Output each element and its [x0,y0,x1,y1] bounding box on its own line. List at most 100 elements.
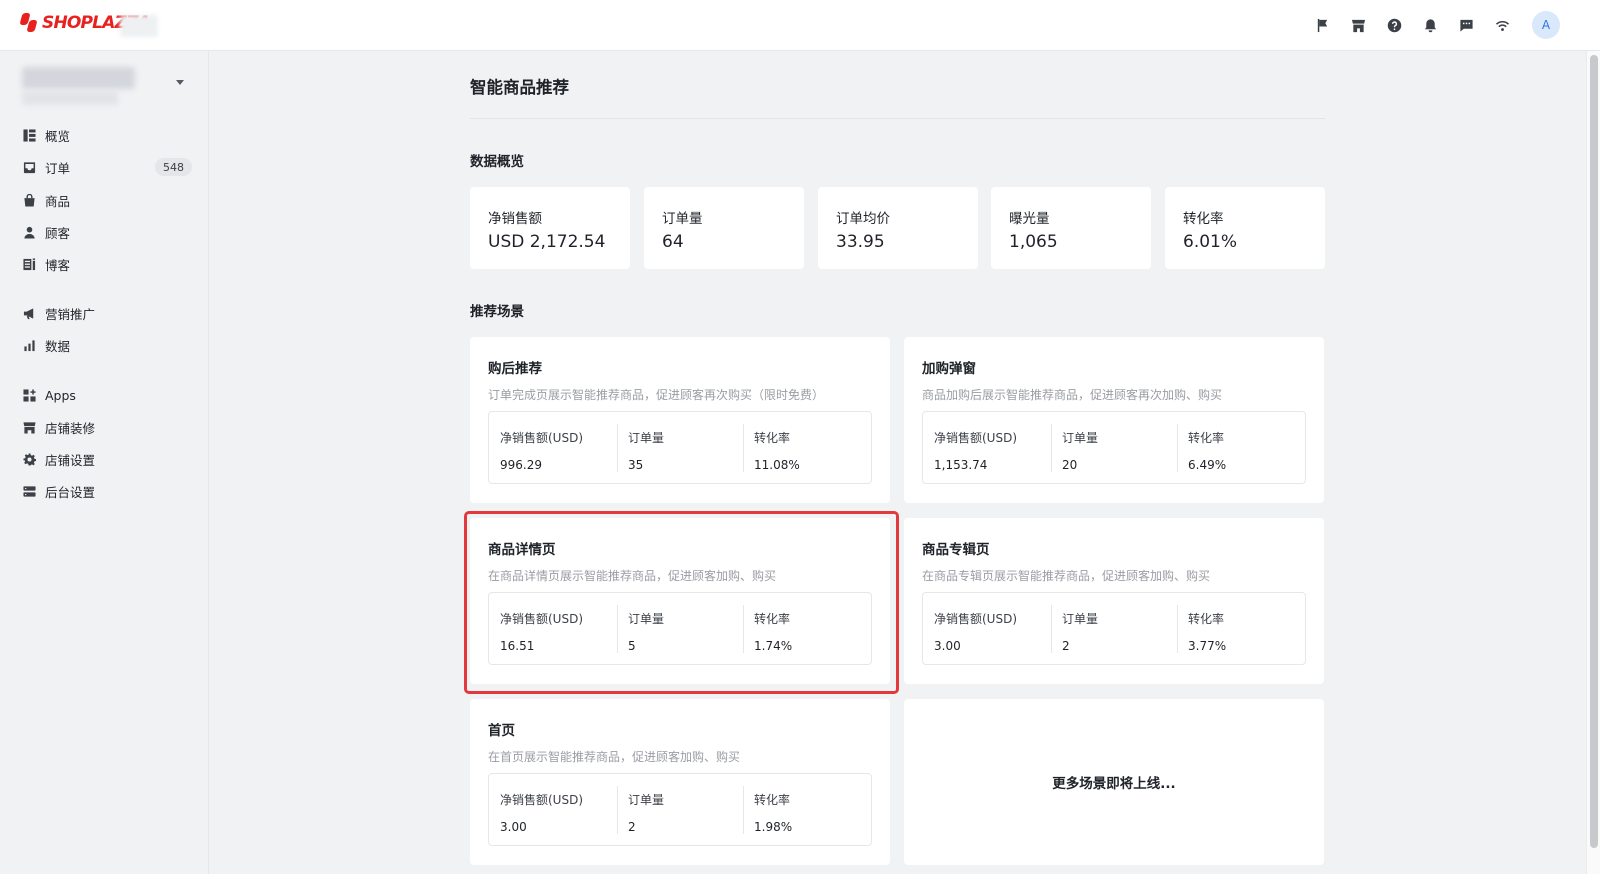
sidebar-item-label: 顾客 [45,225,71,241]
sidebar-item-data[interactable]: 数据 [22,333,192,357]
sidebar-item-apps[interactable]: Apps [22,383,192,407]
sidebar-item-label: 营销推广 [45,306,96,322]
metric-net-sales: 净销售额(USD) 996.29 [489,412,617,483]
metric-value: 1.98% [754,820,793,834]
page-scrollbar[interactable] [1586,51,1600,874]
page-title: 智能商品推荐 [470,78,569,97]
metric-label: 转化率 [1188,612,1225,626]
store-selector[interactable] [22,67,192,107]
metric-label: 净销售额(USD) [934,431,1018,445]
scene-title: 商品详情页 [488,542,556,558]
sidebar-item-admin-settings[interactable]: 后台设置 [22,479,192,503]
metric-conversion: 转化率 3.77% [1177,593,1305,664]
sidebar-item-marketing[interactable]: 营销推广 [22,301,192,325]
stat-label: 净销售额 [488,211,542,227]
stat-value: USD 2,172.54 [488,232,606,252]
metric-conversion: 转化率 1.74% [743,593,871,664]
stat-card-net-sales: 净销售额 USD 2,172.54 [470,187,630,269]
sidebar-item-label: 博客 [45,257,71,273]
metric-label: 净销售额(USD) [500,431,584,445]
wifi-icon[interactable] [1492,15,1512,35]
metric-orders: 订单量 20 [1051,412,1177,483]
bar-chart-icon [22,338,36,352]
sidebar-item-store-settings[interactable]: 店铺设置 [22,447,192,471]
sidebar-item-overview[interactable]: 概览 [22,123,192,147]
metric-orders: 订单量 2 [1051,593,1177,664]
metric-value: 35 [628,458,644,472]
scene-metrics: 净销售额(USD) 996.29 订单量 35 转化率 11.08% [488,411,872,484]
metric-label: 净销售额(USD) [500,612,584,626]
metric-value: 3.00 [500,820,527,834]
blog-icon [22,257,36,271]
sidebar-item-blog[interactable]: 博客 [22,252,192,276]
stat-card-orders: 订单量 64 [644,187,804,269]
metric-value: 11.08% [754,458,800,472]
store-icon[interactable] [1348,15,1368,35]
sidebar-item-label: 商品 [45,193,71,209]
stat-value: 33.95 [836,232,885,252]
metric-label: 净销售额(USD) [934,612,1018,626]
top-toolbar: A [1312,0,1600,50]
avatar[interactable]: A [1532,11,1560,39]
scene-card-product-detail[interactable]: 商品详情页 在商品详情页展示智能推荐商品，促进顾客加购、购买 净销售额(USD)… [470,518,890,684]
storefront-icon [22,420,36,434]
chat-icon[interactable] [1456,15,1476,35]
metric-value: 2 [1062,639,1070,653]
title-divider [470,118,1325,119]
scene-description: 订单完成页展示智能推荐商品，促进顾客再次购买（限时免费） [488,388,825,402]
sidebar-item-label: 后台设置 [45,484,96,500]
logo-mark-icon [19,13,38,33]
metric-label: 转化率 [754,431,791,445]
bell-icon[interactable] [1420,15,1440,35]
metric-label: 订单量 [1062,612,1099,626]
metric-net-sales: 净销售额(USD) 1,153.74 [923,412,1051,483]
overview-icon [22,128,36,142]
metric-orders: 订单量 5 [617,593,743,664]
metric-label: 订单量 [628,612,665,626]
apps-icon [22,388,36,402]
blurred-store-name [120,15,158,37]
metric-value: 16.51 [500,639,535,653]
scene-title: 加购弹窗 [922,361,976,377]
more-scenes-card: 更多场景即将上线... [904,699,1324,865]
megaphone-icon [22,306,36,320]
scene-card-homepage[interactable]: 首页 在首页展示智能推荐商品，促进顾客加购、购买 净销售额(USD) 3.00 订… [470,699,890,865]
inbox-icon [22,160,36,174]
metric-label: 转化率 [1188,431,1225,445]
metric-conversion: 转化率 11.08% [743,412,871,483]
server-icon [22,484,36,498]
metric-label: 订单量 [628,793,665,807]
sidebar-item-label: 概览 [45,128,71,144]
stat-value: 64 [662,232,684,252]
metric-net-sales: 净销售额(USD) 16.51 [489,593,617,664]
sidebar-item-label: Apps [45,387,76,403]
scene-card-add-to-cart-popup[interactable]: 加购弹窗 商品加购后展示智能推荐商品，促进顾客再次加购、购买 净销售额(USD)… [904,337,1324,503]
flag-icon[interactable] [1312,15,1332,35]
sidebar-item-orders[interactable]: 订单 548 [22,155,192,179]
sidebar-item-store-design[interactable]: 店铺装修 [22,415,192,439]
scene-card-post-purchase[interactable]: 购后推荐 订单完成页展示智能推荐商品，促进顾客再次购买（限时免费） 净销售额(U… [470,337,890,503]
sidebar-item-label: 店铺装修 [45,420,96,436]
scene-metrics: 净销售额(USD) 3.00 订单量 2 转化率 1.98% [488,773,872,846]
metric-value: 3.77% [1188,639,1227,653]
metric-value: 5 [628,639,636,653]
orders-count-badge: 548 [155,158,192,176]
metric-label: 订单量 [1062,431,1099,445]
scene-title: 购后推荐 [488,361,542,377]
bag-icon [22,193,36,207]
scene-description: 在商品专辑页展示智能推荐商品，促进顾客加购、购买 [922,569,1211,583]
metric-value: 3.00 [934,639,961,653]
scene-card-collection-page[interactable]: 商品专辑页 在商品专辑页展示智能推荐商品，促进顾客加购、购买 净销售额(USD)… [904,518,1324,684]
scenes-section-title: 推荐场景 [470,304,524,320]
stat-card-average-order: 订单均价 33.95 [818,187,978,269]
stat-label: 订单均价 [836,211,890,227]
scene-description: 商品加购后展示智能推荐商品，促进顾客再次加购、购买 [922,388,1223,402]
sidebar-item-label: 数据 [45,338,71,354]
scrollbar-thumb[interactable] [1590,55,1598,848]
stat-label: 曝光量 [1009,211,1050,227]
metric-net-sales: 净销售额(USD) 3.00 [489,774,617,845]
sidebar-item-customers[interactable]: 顾客 [22,220,192,244]
help-icon[interactable] [1384,15,1404,35]
stat-card-impressions: 曝光量 1,065 [991,187,1151,269]
sidebar-item-products[interactable]: 商品 [22,188,192,212]
